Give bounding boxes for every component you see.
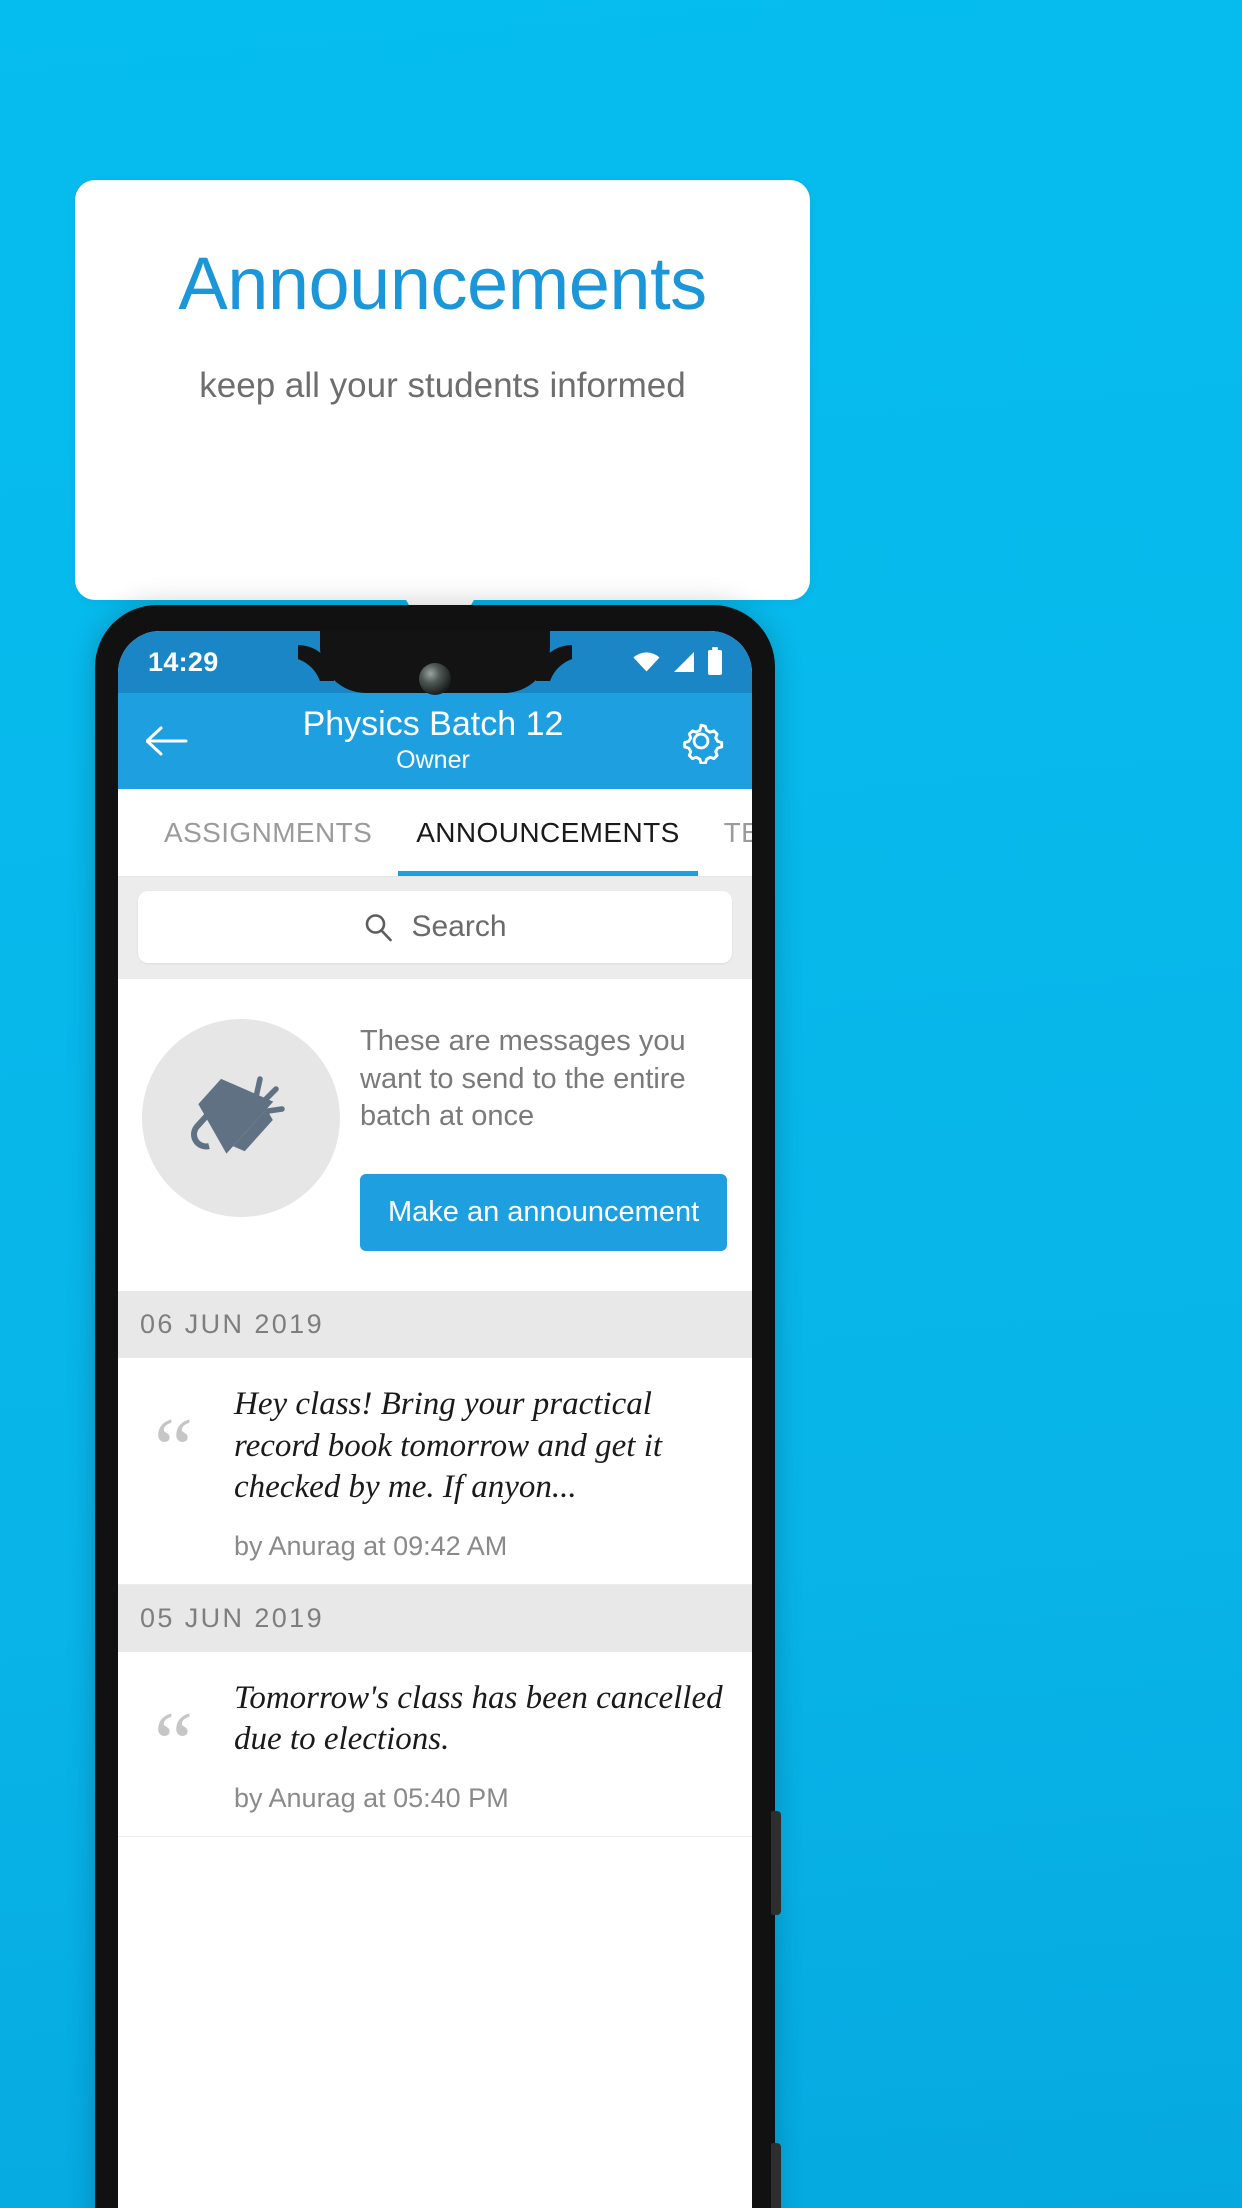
back-arrow-icon[interactable] [146, 724, 188, 758]
app-bar-titles: Physics Batch 12 Owner [188, 705, 678, 774]
promo-screenshot-root: Announcements keep all your students inf… [0, 0, 1242, 2208]
announcement-text: Tomorrow's class has been cancelled due … [234, 1679, 723, 1758]
app-bar: Physics Batch 12 Owner [118, 693, 752, 789]
front-camera [419, 663, 451, 695]
phone-screen: 14:29 Physics Batch 12 Owner ASSIGNMENTS… [118, 631, 752, 2208]
search-icon [366, 914, 393, 942]
quote-mark-icon: “ [154, 1694, 194, 1792]
status-time: 14:29 [148, 646, 219, 677]
status-bar: 14:29 [118, 631, 752, 695]
promo-content: These are messages you want to send to t… [340, 1013, 728, 1252]
tab-assignments[interactable]: ASSIGNMENTS [142, 789, 394, 876]
promo-bubble-card: Announcements keep all your students inf… [75, 180, 810, 600]
batch-role: Owner [396, 745, 470, 774]
date-header: 05 JUN 2019 [118, 1584, 752, 1652]
gear-icon[interactable] [678, 718, 724, 764]
announcement-meta: by Anurag at 09:42 AM [234, 1530, 508, 1561]
announcement-meta: by Anurag at 05:40 PM [234, 1782, 509, 1813]
signal-icon [674, 652, 694, 672]
announcement-text: Hey class! Bring your practical record b… [234, 1386, 663, 1506]
battery-icon [708, 646, 722, 675]
wifi-icon [633, 652, 660, 672]
tab-announcements[interactable]: ANNOUNCEMENTS [394, 789, 701, 876]
page-title: Announcements [178, 242, 707, 325]
phone-volume-button[interactable] [771, 1811, 781, 1915]
phone-power-button[interactable] [771, 2143, 781, 2208]
phone-frame: 14:29 Physics Batch 12 Owner ASSIGNMENTS… [95, 605, 781, 2208]
promo-description: These are messages you want to send to t… [360, 1025, 686, 1133]
page-subtitle: keep all your students informed [199, 366, 686, 405]
search-bar-container: Search [118, 877, 752, 979]
announcement-row[interactable]: “ Hey class! Bring your practical record… [118, 1358, 752, 1585]
search-placeholder: Search [411, 910, 507, 943]
announcement-promo: These are messages you want to send to t… [118, 979, 752, 1292]
date-header: 06 JUN 2019 [118, 1291, 752, 1359]
megaphone-circle [142, 1019, 340, 1217]
make-announcement-button[interactable]: Make an announcement [360, 1174, 728, 1252]
status-icons [633, 646, 722, 675]
tab-bar: ASSIGNMENTS ANNOUNCEMENTS TESTS ’ [118, 789, 752, 877]
announcement-row[interactable]: “ Tomorrow's class has been cancelled du… [118, 1651, 752, 1837]
announcement-content: Hey class! Bring your practical record b… [234, 1384, 728, 1562]
batch-title: Physics Batch 12 [302, 705, 564, 744]
megaphone-icon [191, 1076, 285, 1154]
announcement-content: Tomorrow's class has been cancelled due … [234, 1678, 728, 1814]
search-input[interactable]: Search [138, 891, 732, 963]
tab-tests[interactable]: TESTS [702, 789, 752, 876]
quote-mark-icon: “ [154, 1401, 194, 1499]
